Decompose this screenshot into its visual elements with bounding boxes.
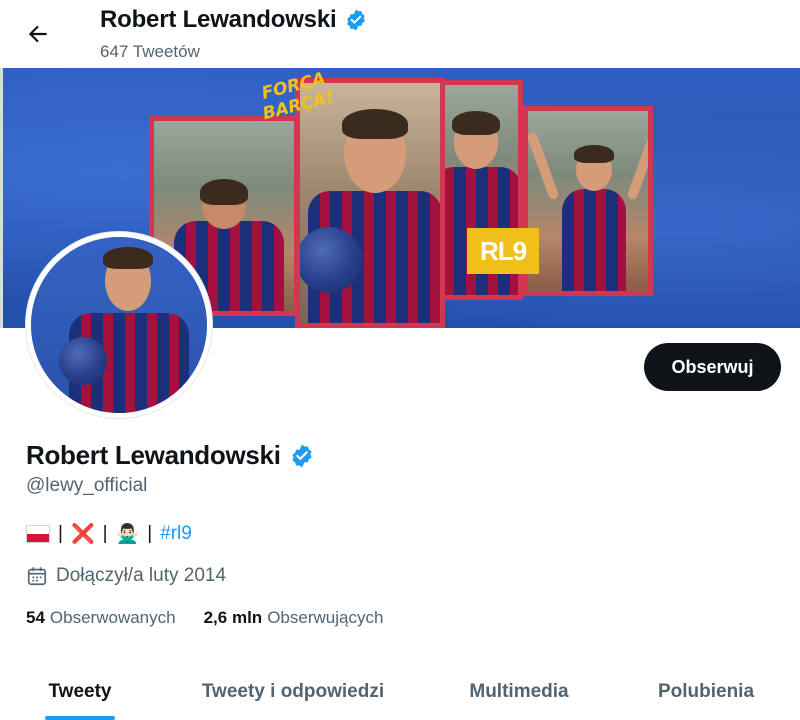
profile-header: Robert Lewandowski 647 Tweetów [0, 0, 800, 68]
profile-handle: @lewy_official [26, 475, 148, 496]
followers-count: 2,6 mln [203, 608, 263, 627]
header-tweet-count: 647 Tweetów [100, 42, 200, 61]
tab-tweets-and-replies[interactable]: Tweety i odpowiedzi [160, 664, 426, 720]
followers-link[interactable]: 2,6 mln Obserwujących [204, 608, 384, 628]
back-button[interactable] [18, 14, 58, 54]
person-gesturing-no-emoji: 🙅🏻‍♂️ [115, 524, 140, 545]
banner-photo-frame [295, 78, 445, 328]
profile-name: Robert Lewandowski [26, 440, 281, 470]
calendar-icon [27, 567, 47, 586]
bio-hashtag-link[interactable]: #rl9 [160, 523, 192, 545]
header-title: Robert Lewandowski [100, 6, 337, 33]
following-count: 54 [26, 608, 45, 627]
tab-label: Polubienia [657, 681, 755, 702]
arrow-left-icon [28, 25, 47, 43]
bio-separator: | [147, 523, 153, 544]
avatar[interactable] [26, 232, 212, 418]
banner-photo-frame [523, 106, 653, 296]
profile-stats: 54 Obserwowanych 2,6 mln Obserwujących [26, 608, 383, 628]
follow-button[interactable]: Obserwuj [644, 343, 781, 391]
verified-badge-icon [347, 9, 366, 31]
followers-label: Obserwujących [267, 608, 384, 627]
bio-separator: | [58, 523, 63, 544]
tab-label: Multimedia [469, 681, 569, 702]
tab-tweets[interactable]: Tweety [0, 664, 160, 720]
profile-joined-date: Dołączył/a luty 2014 [26, 565, 226, 587]
header-title-row: Robert Lewandowski [100, 6, 368, 34]
profile-tabs: Tweety Tweety i odpowiedzi Multimedia Po… [0, 664, 800, 720]
tab-label: Tweety [48, 681, 112, 702]
tab-label: Tweety i odpowiedzi [201, 681, 385, 702]
tab-media[interactable]: Multimedia [426, 664, 612, 720]
profile-bio: | ❌ | 🙅🏻‍♂️ | #rl9 [26, 522, 192, 546]
profile-name-row: Robert Lewandowski [26, 440, 315, 471]
cross-mark-emoji: ❌ [70, 524, 95, 545]
banner-rl9-logo: RL9 [467, 228, 539, 274]
tab-likes[interactable]: Polubienia [612, 664, 800, 720]
poland-flag-icon [26, 525, 50, 543]
verified-badge-icon [292, 444, 312, 467]
bio-separator: | [102, 523, 108, 544]
following-label: Obserwowanych [49, 608, 176, 627]
active-tab-indicator [45, 716, 115, 720]
joined-text: Dołączył/a luty 2014 [56, 565, 227, 586]
following-link[interactable]: 54 Obserwowanych [26, 608, 176, 628]
